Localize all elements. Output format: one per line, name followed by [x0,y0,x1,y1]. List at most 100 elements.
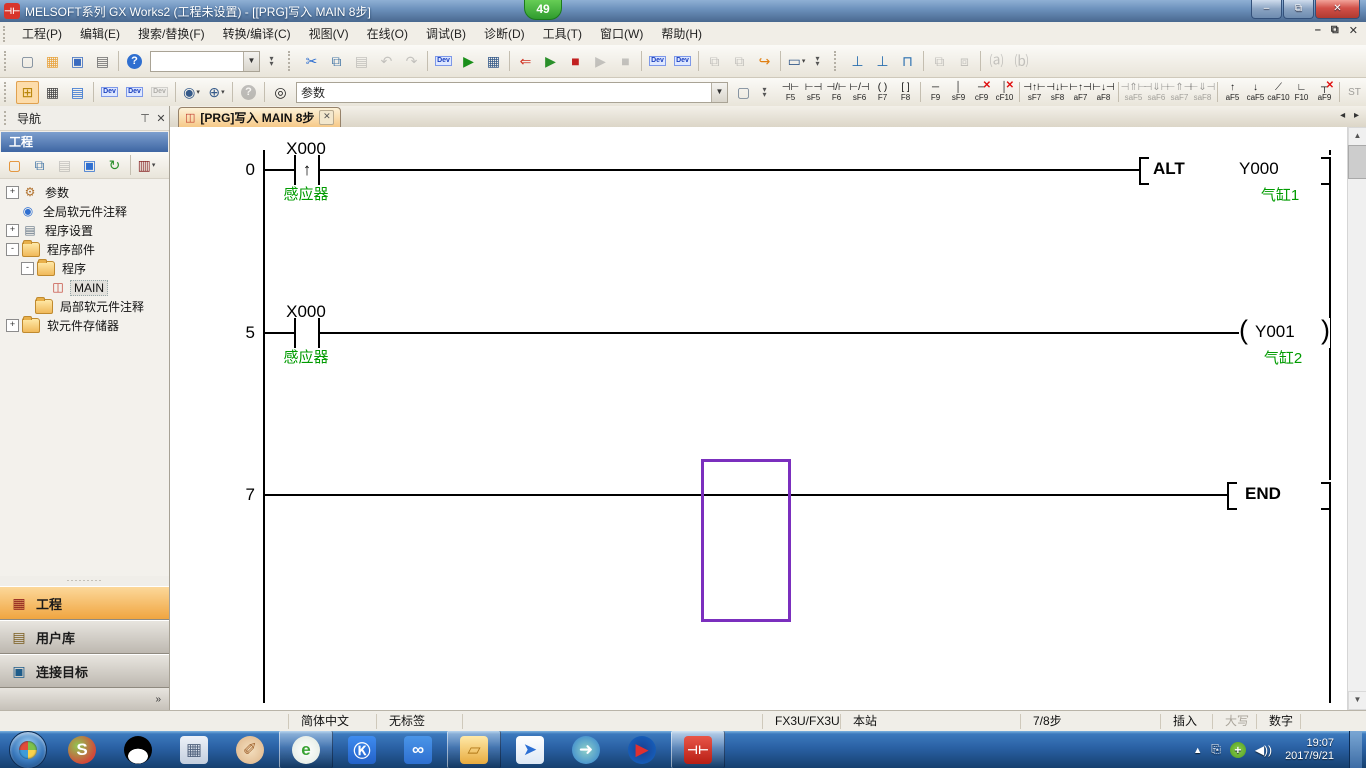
tree-item-node[interactable]: -程序 [0,259,169,278]
help-icon[interactable]: ? [123,50,146,73]
delete-vertical-line-button[interactable]: │cF10✕ [993,80,1016,105]
application-instruction-button[interactable]: [ ]F8 [894,80,917,105]
kingsoft-taskbar-button[interactable]: Ⓚ [335,731,389,768]
vertical-scrollbar[interactable]: ▲ ▼ [1347,127,1366,710]
device-test-icon[interactable]: ▦ [482,50,505,73]
rung-0-pulse-contact[interactable]: ↑ [294,155,320,185]
menu-v[interactable]: 视图(V) [300,22,358,45]
close-button[interactable]: ✕ [1315,0,1360,19]
horizontal-line-button[interactable]: ─F9 [924,80,947,105]
minimize-button[interactable]: – [1251,0,1282,19]
monitor-start-icon[interactable]: ▶ [539,50,562,73]
qq-taskbar-button[interactable] [111,731,165,768]
scrollbar-thumb[interactable] [1348,145,1366,179]
tree-item-node[interactable]: -程序部件 [0,240,169,259]
scroll-up-icon[interactable]: ▲ [1348,127,1366,146]
rung-0-instruction[interactable]: ALT Y000 [1139,155,1331,185]
volume-tray-icon[interactable]: ◀)) [1255,743,1272,757]
menu-h[interactable]: 帮助(H) [652,22,711,45]
tab-scroll-arrows[interactable]: ◂ ▸ [1340,110,1362,121]
delete-line-button[interactable]: ┬aF9✕ [1313,80,1336,105]
tree-item-node[interactable]: +⚙参数 [0,183,169,202]
menu-w[interactable]: 窗口(W) [591,22,652,45]
restore-button[interactable]: ⧉ [1283,0,1314,19]
tree-expander-icon[interactable]: - [21,262,34,275]
tree-expander-icon[interactable]: - [6,243,19,256]
dropdown-arrow-icon[interactable]: ▼ [243,52,259,71]
start-button[interactable] [9,731,47,768]
pulse-convert-icon[interactable]: ⊓ [896,50,919,73]
navigation-toggle-icon[interactable]: ⊞ [16,81,39,104]
media-player-taskbar-button[interactable]: ▶ [615,731,669,768]
menu-e[interactable]: 编辑(E) [71,22,129,45]
toolbar-overflow-icon[interactable]: ▾▾ [811,50,824,72]
tree-expander-icon[interactable]: + [6,319,19,332]
cut-icon[interactable]: ✂ [300,50,323,73]
edit-line-icon[interactable]: ⊥ [871,50,894,73]
rung-7-end-instruction[interactable]: END [1227,480,1331,510]
document-search-icon[interactable]: ▢ [732,81,755,104]
new-project-icon[interactable]: ▢ [16,50,39,73]
tree-item-node[interactable]: 局部软元件注释 [0,297,169,316]
menu-p[interactable]: 工程(P) [13,22,71,45]
nav-property-icon[interactable]: ▣ [78,154,101,177]
nav-refresh-icon[interactable]: ↻ [103,154,126,177]
convert-pulse-button[interactable]: ↓caF5 [1244,80,1267,105]
or-rising-pulse-button[interactable]: ⊢↑⊣aF7 [1069,80,1092,105]
mdi-minimize-button[interactable]: – [1315,24,1321,37]
or-open-contact-button[interactable]: ⊢⊣sF5 [802,80,825,105]
device-display-toggle-icon[interactable]: ◉▾ [180,81,203,104]
tab-close-icon[interactable]: ✕ [319,110,334,125]
tree-item-node[interactable]: +软元件存储器 [0,316,169,335]
show-desktop-button[interactable] [1349,731,1362,768]
nav-new-icon[interactable]: ▢ [3,154,26,177]
360-browser-taskbar-button[interactable]: e [279,731,333,768]
tree-item-node[interactable]: ◉全局软元件注释 [0,202,169,221]
invert-operation-button[interactable]: ↑aF5 [1221,80,1244,105]
nav-sort-icon[interactable]: ▥▾ [135,154,158,177]
menu-o[interactable]: 在线(O) [358,22,417,45]
tree-expander-icon[interactable]: + [6,224,19,237]
rung-5-coil[interactable]: ( Y001 ) [1239,318,1330,348]
dropdown-arrow-icon[interactable]: ▼ [711,83,727,102]
or-closed-contact-button[interactable]: ⊢/⊣sF6 [848,80,871,105]
device-display-icon[interactable]: Dev [646,50,669,73]
tray-expand-icon[interactable]: ▲ [1193,745,1202,755]
toolbar-grip[interactable] [288,51,295,71]
file-explorer-taskbar-button[interactable]: ▱ [447,731,501,768]
open-project-icon[interactable]: ▦ [41,50,64,73]
gx-works2-taskbar-button[interactable]: ⊣⊢ [671,731,725,768]
monitor-stop-icon[interactable]: ■ [564,50,587,73]
read-from-plc-icon[interactable]: ⇐ [514,50,537,73]
edit-cursor-cell[interactable] [701,459,791,622]
calculator-taskbar-button[interactable]: ▦ [167,731,221,768]
rung-5-open-contact[interactable] [294,318,320,348]
nav-close-icon[interactable]: ✕ [153,112,169,125]
paint-taskbar-button[interactable]: ✐ [223,731,277,768]
tab-main-program[interactable]: ◫ [PRG]写入 MAIN 8步 ✕ [178,107,341,127]
menu-f[interactable]: 搜索/替换(F) [129,22,214,45]
slash-line-button[interactable]: ⟋caF10 [1267,80,1290,105]
module-configuration-icon[interactable]: ▦ [41,81,64,104]
ladder-logic-test-icon[interactable]: ▶ [457,50,480,73]
tree-item-node[interactable]: +▤程序设置 [0,221,169,240]
toolbar-overflow-icon[interactable]: ▾▾ [265,50,278,72]
rising-pulse-button[interactable]: ⊣↑⊢sF7 [1023,80,1046,105]
sogou-pinyin-taskbar-button[interactable]: S [55,731,109,768]
baidu-netdisk-taskbar-button[interactable]: ∞ [391,731,445,768]
dock-chevron[interactable]: » [0,688,169,710]
scroll-down-icon[interactable]: ▼ [1348,691,1366,710]
tree-expander-icon[interactable]: + [6,186,19,199]
copy-icon[interactable]: ⧉ [325,50,348,73]
inline-st-icon[interactable]: ⊥ [846,50,869,73]
device-find-icon[interactable]: Dev [432,50,455,73]
find-binoculars-icon[interactable]: ◎ [269,81,292,104]
falling-pulse-button[interactable]: ⊣↓⊢sF8 [1046,80,1069,105]
toolbar-grip[interactable] [4,82,11,102]
closed-contact-button[interactable]: ⊣/⊢F6 [825,80,848,105]
menu-c[interactable]: 转换/编译(C) [214,22,300,45]
device-search-icon[interactable]: ⊕▾ [205,81,228,104]
toolbar-grip[interactable] [834,51,841,71]
dock-button-用户库[interactable]: ▤用户库 [0,620,169,654]
clipboard-tray-icon[interactable]: ⎘ [1211,742,1221,757]
